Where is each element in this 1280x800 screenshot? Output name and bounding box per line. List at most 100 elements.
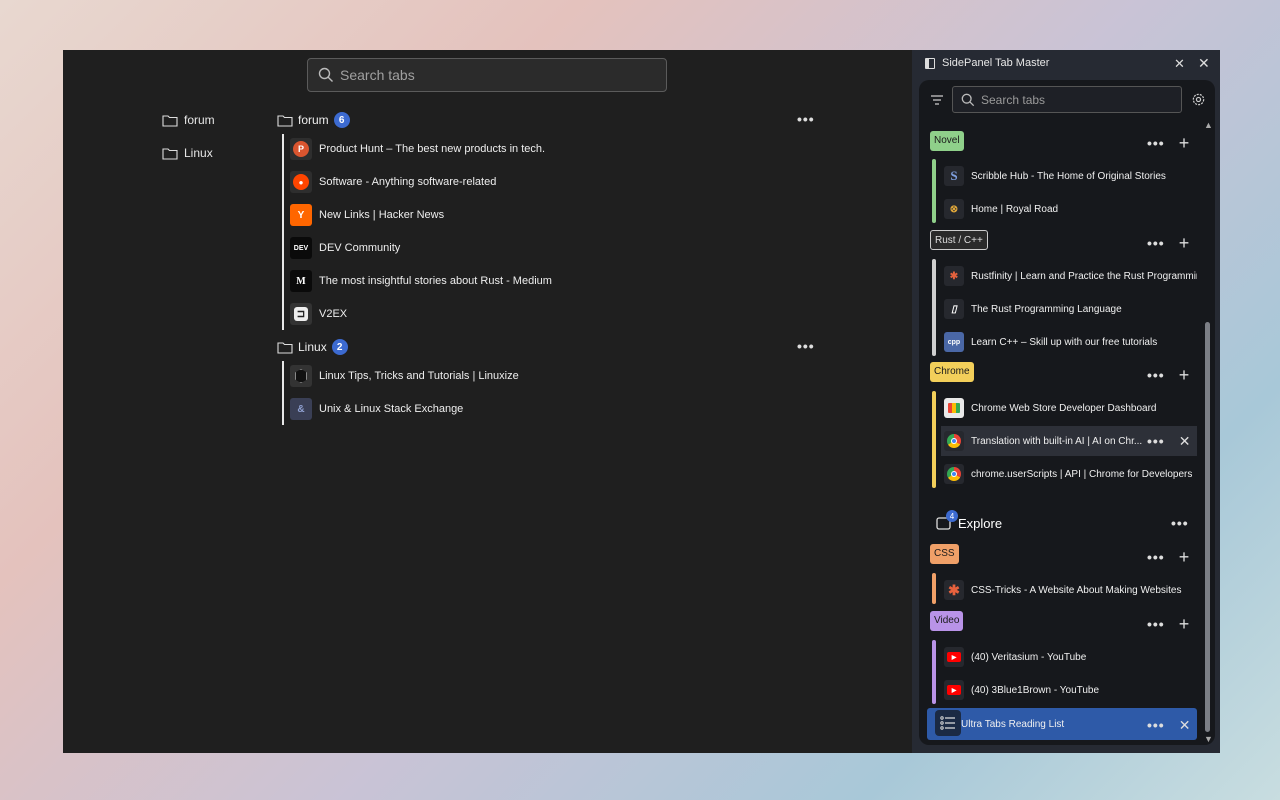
tab-title: (40) Veritasium - YouTube	[971, 651, 1087, 663]
tab-row[interactable]: P Product Hunt – The best new products i…	[290, 136, 545, 162]
group-label-video[interactable]: Video	[930, 611, 964, 631]
close-icon[interactable]: ✕	[1198, 55, 1210, 72]
panel-app-icon	[925, 57, 935, 69]
tab-title: V2EX	[319, 308, 348, 320]
reading-list-button[interactable]	[935, 710, 961, 736]
panel-title: SidePanel Tab Master	[942, 57, 1050, 69]
folder-icon	[162, 147, 178, 160]
scribblehub-icon: S	[944, 166, 964, 186]
group-actions: ••• +	[1147, 234, 1189, 252]
workspace-header[interactable]: 4 Explore	[936, 510, 1002, 533]
group-header-forum[interactable]: forum 6	[277, 110, 350, 130]
panel-tab[interactable]: chrome.userScripts | API | Chrome for De…	[941, 459, 1197, 489]
workspace-count-badge: 4	[946, 510, 958, 522]
group-bar	[932, 159, 936, 223]
group-actions: ••• +	[1147, 548, 1189, 566]
stackexchange-icon: &	[290, 398, 312, 420]
scroll-up-icon[interactable]: ▲	[1204, 120, 1213, 130]
panel-title-bar: SidePanel Tab Master	[925, 54, 1049, 72]
more-icon[interactable]: •••	[1147, 617, 1165, 631]
tab-title: (40) 3Blue1Brown - YouTube	[971, 684, 1100, 696]
group-label-css[interactable]: CSS	[930, 544, 959, 564]
youtube-icon: ▶	[944, 647, 964, 667]
scrollbar-thumb[interactable]	[1205, 322, 1210, 732]
gear-icon[interactable]	[1191, 92, 1206, 107]
group-name: forum	[298, 113, 329, 127]
group-header-linux[interactable]: Linux 2	[277, 337, 348, 357]
tab-title: Learn C++ – Skill up with our free tutor…	[971, 336, 1158, 348]
group-label-rust[interactable]: Rust / C++	[930, 230, 988, 250]
panel-tab[interactable]: ▶ (40) Veritasium - YouTube	[941, 642, 1197, 672]
tab-title: Software - Anything software-related	[319, 176, 497, 188]
panel-tab[interactable]: ⊗ Home | Royal Road	[941, 194, 1197, 224]
hackernews-icon: Y	[290, 204, 312, 226]
main-search-input[interactable]	[340, 67, 660, 83]
list-icon	[940, 716, 955, 730]
plus-icon[interactable]: +	[1179, 366, 1190, 384]
more-icon[interactable]: •••	[1147, 718, 1165, 732]
panel-tab[interactable]: S Scribble Hub - The Home of Original St…	[941, 161, 1197, 191]
plus-icon[interactable]: +	[1179, 134, 1190, 152]
v2ex-icon: ⊐	[290, 303, 312, 325]
panel-tab[interactable]: ✱ Rustfinity | Learn and Practice the Ru…	[941, 261, 1197, 291]
tab-row[interactable]: M The most insightful stories about Rust…	[290, 268, 552, 294]
group-bar	[932, 640, 936, 704]
sidebar-folder-label: Linux	[184, 146, 213, 160]
group-label-novel[interactable]: Novel	[930, 131, 964, 151]
panel-tab[interactable]: cpp Learn C++ – Skill up with our free t…	[941, 327, 1197, 357]
chrome-icon	[944, 431, 964, 451]
panel-tab[interactable]: ▶ (40) 3Blue1Brown - YouTube	[941, 675, 1197, 705]
sidebar-folder-label: forum	[184, 113, 215, 127]
close-icon[interactable]: ✕	[1179, 434, 1191, 448]
group-count-badge: 6	[333, 112, 350, 128]
main-search-box[interactable]	[307, 58, 667, 92]
tab-title: New Links | Hacker News	[319, 209, 445, 221]
scroll-down-icon[interactable]: ▼	[1204, 734, 1213, 744]
panel-tab[interactable]: ▯ The Rust Programming Language	[941, 294, 1197, 324]
tab-title: CSS-Tricks - A Website About Making Webs…	[971, 584, 1182, 596]
more-icon[interactable]: •••	[1147, 434, 1165, 448]
webstore-icon	[944, 398, 964, 418]
tab-row[interactable]: & Unix & Linux Stack Exchange	[290, 396, 463, 422]
royalroad-icon: ⊗	[944, 199, 964, 219]
close-icon[interactable]: ✕	[1179, 718, 1191, 732]
sidebar-folder-linux[interactable]: Linux	[162, 143, 213, 163]
tab-title: Ultra Tabs Reading List	[961, 718, 1065, 730]
group-actions: ••• +	[1147, 615, 1189, 633]
plus-icon[interactable]: +	[1179, 548, 1190, 566]
folder-icon	[162, 114, 178, 127]
more-icon[interactable]: •••	[1147, 550, 1165, 564]
tab-title: Home | Royal Road	[971, 203, 1059, 215]
pin-off-icon[interactable]: ✕	[1174, 56, 1185, 72]
more-icon[interactable]: •••	[1147, 368, 1165, 382]
panel-search-input[interactable]	[981, 92, 1171, 107]
tab-row[interactable]: DEV DEV Community	[290, 235, 400, 261]
tab-row[interactable]: ● Software - Anything software-related	[290, 169, 496, 195]
group-name: Linux	[298, 340, 327, 354]
more-icon[interactable]: •••	[797, 339, 815, 353]
tab-row[interactable]: ⊐ V2EX	[290, 301, 347, 327]
tab-row[interactable]: Linux Tips, Tricks and Tutorials | Linux…	[290, 363, 519, 389]
more-icon[interactable]: •••	[1171, 516, 1189, 530]
plus-icon[interactable]: +	[1179, 615, 1190, 633]
reddit-icon: ●	[290, 171, 312, 193]
group-actions: ••• +	[1147, 134, 1189, 152]
panel-tab[interactable]: Chrome Web Store Developer Dashboard	[941, 393, 1197, 423]
more-icon[interactable]: •••	[797, 112, 815, 126]
filter-icon[interactable]	[930, 95, 944, 105]
main-page: forum Linux forum 6 ••• P Product Hunt –…	[63, 50, 912, 753]
panel-tab[interactable]: ✱ CSS-Tricks - A Website About Making We…	[941, 575, 1197, 605]
tab-row[interactable]: Y New Links | Hacker News	[290, 202, 444, 228]
chrome-icon	[944, 464, 964, 484]
tab-title: The Rust Programming Language	[971, 303, 1122, 315]
panel-search-box[interactable]	[952, 86, 1182, 113]
sidebar-folder-forum[interactable]: forum	[162, 110, 215, 130]
tab-title: Product Hunt – The best new products in …	[319, 143, 546, 155]
more-icon[interactable]: •••	[1147, 236, 1165, 250]
group-label-chrome[interactable]: Chrome	[930, 362, 974, 382]
tab-title: Unix & Linux Stack Exchange	[319, 403, 464, 415]
group-bar	[932, 573, 936, 604]
dev-icon: DEV	[290, 237, 312, 259]
plus-icon[interactable]: +	[1179, 234, 1190, 252]
more-icon[interactable]: •••	[1147, 136, 1165, 150]
